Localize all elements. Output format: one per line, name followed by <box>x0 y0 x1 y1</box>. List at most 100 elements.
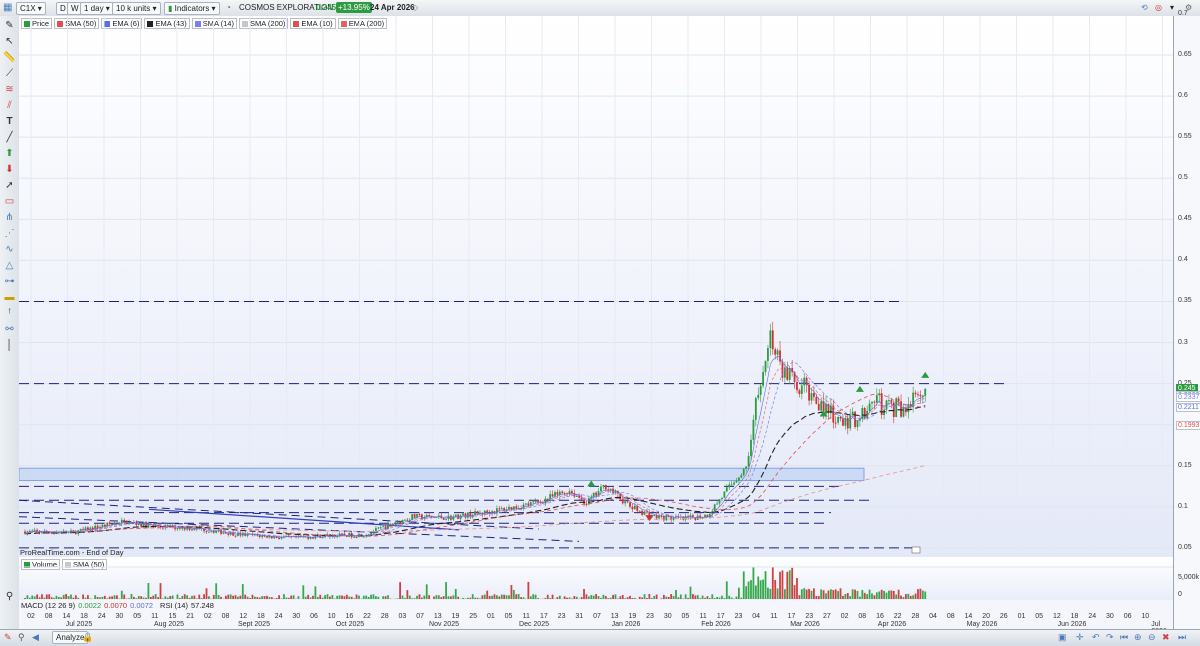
channel-tool-icon[interactable]: ⫽ <box>3 100 16 112</box>
candles <box>24 322 926 541</box>
volume-bar <box>43 598 45 599</box>
highlight-tool-icon[interactable]: ▬ <box>3 292 16 304</box>
trendline <box>19 517 579 542</box>
volume-bar <box>327 594 329 599</box>
time-axis-month: Dec 2025 <box>519 621 549 628</box>
line-tool-icon[interactable]: ╱ <box>3 132 16 144</box>
volume-bar <box>922 591 924 599</box>
trendline-tool-icon[interactable]: ⟋ <box>3 68 16 80</box>
price-chart-pane[interactable]: PriceSMA (50)EMA (6)EMA (43)SMA (14)SMA … <box>19 16 1173 558</box>
volume-bar <box>266 596 268 599</box>
price-axis[interactable]: 0.70.650.60.550.50.450.40.350.30.250.20.… <box>1173 16 1200 631</box>
zoom-out-icon[interactable]: ⊖ <box>1148 632 1156 643</box>
zoom-tool-icon[interactable]: ⚲ <box>3 591 16 603</box>
crosshair-icon[interactable]: ✛ <box>1076 632 1084 643</box>
cycle-tool-icon[interactable]: ⊶ <box>3 276 16 288</box>
candle-body <box>801 385 803 394</box>
undo-icon[interactable]: ↶ <box>1092 632 1100 643</box>
volume-bar <box>530 596 532 599</box>
volume-bar <box>803 588 805 599</box>
pen-icon[interactable]: ✎ <box>4 632 12 643</box>
fibonacci-tool-icon[interactable]: ≋ <box>3 84 16 96</box>
zoom-in-icon[interactable]: ⊕ <box>1134 632 1142 643</box>
symbol-selector[interactable]: C1X ▾ <box>16 2 46 15</box>
time-axis-day: 02 <box>27 613 35 620</box>
time-axis-day: 11 <box>699 613 706 620</box>
screenshot-icon[interactable]: ▣ <box>1058 632 1067 643</box>
candle-body <box>206 531 208 532</box>
candle-body <box>278 538 280 539</box>
candle-body <box>917 394 919 395</box>
indicators-button[interactable]: ▮ Indicators ▾ <box>164 2 220 15</box>
search-icon[interactable]: ⚲ <box>18 632 25 643</box>
fib-fan-tool-icon[interactable]: ᶠ <box>3 308 16 320</box>
volume-bar <box>508 595 510 599</box>
volume-pane[interactable]: VolumeSMA (50) <box>19 557 1173 601</box>
scroll-start-icon[interactable]: ⏮ <box>1120 632 1128 643</box>
expand-icon[interactable]: ◇ <box>412 2 418 13</box>
time-axis-day: 23 <box>558 613 566 620</box>
volume-bar <box>397 598 399 599</box>
volume-bar <box>104 596 106 599</box>
pencil-tool-icon[interactable]: ✎ <box>3 20 16 32</box>
volume-bar <box>789 570 791 599</box>
volume-bar <box>900 596 902 599</box>
volume-bar <box>656 595 658 599</box>
time-axis-day: 04 <box>752 613 760 620</box>
time-axis-day: 24 <box>98 613 106 620</box>
chart-type-icon[interactable]: ▦ <box>3 2 12 13</box>
time-axis-month: Oct 2025 <box>336 621 364 628</box>
down-arrow-tool-icon[interactable]: ⬇ <box>3 164 16 176</box>
volume-bar <box>498 596 500 599</box>
volume-bar <box>653 596 655 599</box>
ruler-tool-icon[interactable]: 📏 <box>3 52 16 64</box>
triangle-tool-icon[interactable]: △ <box>3 260 16 272</box>
time-axis-day: 03 <box>399 613 407 620</box>
volume-bar <box>886 593 888 599</box>
volume-bar <box>150 597 152 599</box>
volume-bar <box>479 598 481 599</box>
volume-bar <box>617 598 619 599</box>
units-selector[interactable]: 10 k units ▾ <box>112 2 161 15</box>
rsi-label: RSI (14) <box>160 601 188 610</box>
lock-icon[interactable]: 🔒 <box>82 632 93 643</box>
volume-bar <box>762 580 764 599</box>
cursor-tool-icon[interactable]: ↖ <box>3 36 16 48</box>
menu-down-icon[interactable]: ▾ <box>1170 2 1174 13</box>
gann-tool-icon[interactable]: ⋰ <box>3 228 16 240</box>
time-axis-day: 11 <box>523 613 530 620</box>
candle-body <box>377 527 379 528</box>
volume-bar <box>31 596 33 599</box>
volume-bar <box>89 598 91 599</box>
redo-icon[interactable]: ↷ <box>1106 632 1114 643</box>
target-icon[interactable]: ◎ <box>1155 2 1162 13</box>
interval-selector[interactable]: 1 day ▾ <box>80 2 114 15</box>
text-tool-icon[interactable]: T <box>3 116 16 128</box>
volume-bar <box>849 596 851 599</box>
candle-body <box>394 523 396 524</box>
candle-body <box>406 520 408 521</box>
wave-tool-icon[interactable]: ∿ <box>3 244 16 256</box>
scroll-left-icon[interactable]: ◀ <box>32 632 39 643</box>
rectangle-tool-icon[interactable]: ▭ <box>3 196 16 208</box>
volume-bar <box>840 588 842 599</box>
candle-body <box>777 350 779 354</box>
pitchfork-tool-icon[interactable]: ⋔ <box>3 212 16 224</box>
scroll-end-icon[interactable]: ⏭ <box>1178 632 1186 643</box>
volume-bar <box>869 590 871 599</box>
link-tool-icon[interactable]: ⚯ <box>3 324 16 336</box>
candle-body <box>639 511 641 512</box>
candle-body <box>634 506 636 509</box>
candle-body <box>353 537 355 538</box>
up-arrow-tool-icon[interactable]: ⬆ <box>3 148 16 160</box>
time-axis-day: 23 <box>735 613 743 620</box>
volume-bar <box>58 597 60 599</box>
delete-icon[interactable]: ✖ <box>1162 632 1170 643</box>
vertical-line-tool-icon[interactable]: │ <box>3 340 16 352</box>
volume-bar <box>694 596 696 599</box>
arrow-tool-icon[interactable]: ➚ <box>3 180 16 192</box>
volume-bar <box>276 598 278 599</box>
sync-icon[interactable]: ⟲ <box>1141 2 1148 13</box>
volume-bar <box>859 597 861 599</box>
buy-signal-icon <box>921 372 929 378</box>
